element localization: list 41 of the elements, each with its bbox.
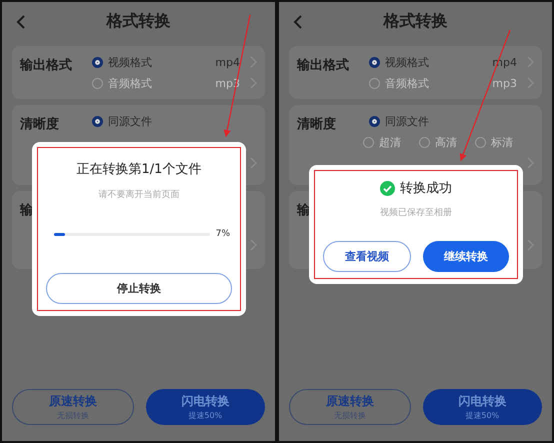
progress-reading: 7% [216,229,230,239]
option-label: 视频格式 [108,54,152,70]
stop-button[interactable]: 停止转换 [46,273,232,304]
radio-button[interactable] [369,56,380,68]
dialog-message: 请不要离开当前页面 [98,188,180,201]
view-button[interactable]: 查看视频 [323,241,411,272]
radio-button[interactable] [419,136,430,148]
section-label: 输出格式 [297,57,350,74]
option-label: 音频格式 [385,76,429,90]
radio-button[interactable] [369,78,380,88]
dialog-title: 正在转换第1/1个文件 [76,161,202,178]
option-label: 高清 [435,134,457,150]
section-label: 输 [297,202,311,219]
section-label: 输 [20,202,34,219]
radio-button[interactable] [369,116,380,126]
back-icon[interactable] [293,15,303,29]
option-value: mp3 [492,76,517,90]
continue-button[interactable]: 继续转换 [423,241,509,272]
option-label: 视频格式 [385,54,429,70]
radio-button[interactable] [92,116,103,126]
section-label: 清晰度 [20,116,60,133]
option-label: 标清 [491,134,513,150]
radio-button[interactable] [92,56,103,68]
section-label: 输出格式 [20,57,73,74]
back-icon[interactable] [16,15,26,29]
option-value: mp4 [215,56,240,68]
page-title: 格式转换 [106,10,170,32]
radio-button[interactable] [363,136,374,148]
option-label: 音频格式 [108,76,152,90]
option-label: 超清 [379,134,401,150]
radio-button[interactable] [92,78,103,88]
section-label: 清晰度 [297,116,337,133]
radio-button[interactable] [475,136,486,148]
option-label: 同源文件 [108,114,152,128]
convert-button[interactable]: 闪电转换 提速50% [422,389,542,425]
dialog-message: 视频已保存至相册 [380,206,452,219]
convert-button[interactable]: 闪电转换 提速50% [146,389,265,425]
dialog-title: 转换成功 [400,180,452,197]
check-icon [380,180,395,196]
page-title: 格式转换 [384,10,448,32]
option-label: 同源文件 [385,114,429,128]
